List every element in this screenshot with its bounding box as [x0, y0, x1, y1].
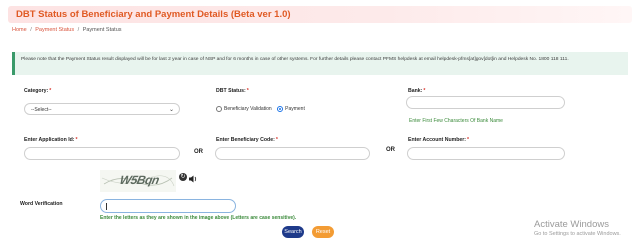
windows-activation-watermark: Activate Windows Go to Settings to activ… — [534, 219, 621, 237]
chevron-down-icon: ⌄ — [168, 106, 174, 113]
account-number-input[interactable] — [407, 147, 565, 160]
or-separator: OR — [386, 147, 395, 153]
beneficiary-code-input[interactable] — [215, 147, 370, 160]
word-verification-hint: Enter the letters as they are shown in t… — [100, 215, 297, 221]
reset-button[interactable]: Reset — [312, 226, 334, 238]
breadcrumb-home[interactable]: Home — [12, 27, 27, 33]
notice-text: Please note that the Payment Status resu… — [21, 57, 569, 62]
breadcrumb: Home / Payment Status / Payment Status — [12, 27, 122, 33]
breadcrumb-separator: / — [77, 27, 80, 33]
radio-checked-icon[interactable] — [277, 105, 284, 112]
radio-unchecked-icon[interactable] — [216, 105, 222, 112]
notice-box: Please note that the Payment Status resu… — [12, 52, 628, 75]
dbt-status-radio-group: Beneficiary Validation Payment — [216, 105, 309, 112]
watermark-title: Activate Windows — [534, 219, 609, 230]
breadcrumb-payment-status[interactable]: Payment Status — [35, 27, 74, 33]
account-number-label: Enter Account Number:* — [408, 137, 470, 143]
breadcrumb-current: Payment Status — [82, 27, 122, 33]
watermark-subtitle: Go to Settings to activate Windows. — [534, 231, 621, 237]
category-select[interactable]: --Select-- ⌄ — [24, 103, 180, 115]
breadcrumb-separator: / — [30, 27, 32, 33]
captcha-image: W5Bqn — [100, 170, 176, 192]
speaker-icon[interactable] — [189, 175, 198, 183]
radio-payment[interactable]: Payment — [277, 105, 305, 112]
page-title: DBT Status of Beneficiary and Payment De… — [16, 9, 291, 20]
dbt-status-label: DBT Status:* — [216, 88, 249, 94]
bank-hint: Enter First Few Characters Of Bank Name — [409, 118, 503, 124]
category-select-value: --Select-- — [31, 106, 52, 113]
application-id-label: Enter Application Id:* — [24, 137, 78, 143]
beneficiary-code-label: Enter Beneficiary Code:* — [216, 137, 278, 143]
refresh-icon[interactable]: ↻ — [179, 173, 187, 181]
or-separator: OR — [194, 149, 203, 155]
category-label: Category:* — [24, 88, 52, 94]
text-caret — [106, 203, 107, 210]
search-button[interactable]: Search — [282, 226, 304, 238]
page-header: DBT Status of Beneficiary and Payment De… — [8, 6, 632, 23]
radio-beneficiary-validation[interactable]: Beneficiary Validation — [216, 105, 273, 112]
captcha-text: W5Bqn — [118, 173, 161, 187]
bank-label: Bank:* — [408, 88, 426, 94]
application-id-input[interactable] — [24, 147, 180, 160]
word-verification-label: Word Verification — [20, 201, 63, 207]
word-verification-input[interactable] — [100, 199, 236, 213]
bank-input[interactable] — [406, 96, 565, 109]
